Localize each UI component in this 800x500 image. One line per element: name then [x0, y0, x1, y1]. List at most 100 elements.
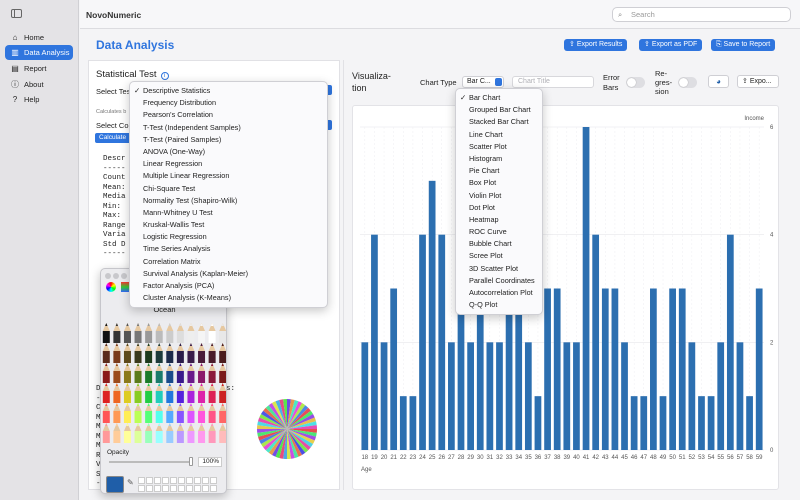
sidebar-item-home[interactable]: ⌂ Home — [5, 30, 73, 45]
menu-item[interactable]: Heatmap — [456, 214, 542, 226]
menu-item[interactable]: Normality Test (Shapiro-Wilk) — [130, 195, 327, 207]
pencil-swatch[interactable] — [176, 411, 184, 423]
save-report-button[interactable]: ⎘ Save to Report — [711, 39, 776, 51]
empty-swatch[interactable] — [162, 485, 169, 492]
pencil-swatch[interactable] — [198, 391, 206, 403]
pencil-swatch[interactable] — [123, 331, 131, 343]
pencil-swatch[interactable] — [208, 431, 216, 443]
menu-item[interactable]: Dot Plot — [456, 202, 542, 214]
empty-swatch[interactable] — [146, 477, 153, 484]
info-icon[interactable]: i — [160, 72, 169, 80]
pencil-swatch[interactable] — [134, 391, 142, 403]
empty-swatch[interactable] — [202, 485, 209, 492]
pencil-swatch[interactable] — [198, 431, 206, 443]
empty-swatch[interactable] — [138, 477, 145, 484]
pencil-swatch[interactable] — [145, 351, 153, 363]
pencil-swatch[interactable] — [145, 371, 153, 383]
menu-item[interactable]: Linear Regression — [130, 158, 327, 170]
export-chart-button[interactable]: ⇪ Expo... — [737, 75, 779, 88]
pencil-swatch[interactable] — [155, 411, 163, 423]
pencil-swatch[interactable] — [102, 351, 110, 363]
palette-icon[interactable]: ◕ — [708, 75, 729, 88]
pencil-swatch[interactable] — [102, 391, 110, 403]
menu-item[interactable]: Kruskal-Wallis Test — [130, 219, 327, 231]
empty-swatch[interactable] — [154, 485, 161, 492]
color-sliders-icon[interactable] — [121, 282, 129, 292]
empty-swatch[interactable] — [202, 477, 209, 484]
empty-swatch[interactable] — [194, 485, 201, 492]
pencil-swatch[interactable] — [166, 391, 174, 403]
empty-swatch[interactable] — [170, 477, 177, 484]
current-color-well[interactable] — [106, 476, 124, 493]
opacity-value-field[interactable]: 100% — [198, 457, 222, 467]
pencil-swatch[interactable] — [187, 351, 195, 363]
pencil-swatch[interactable] — [123, 371, 131, 383]
pencil-swatch[interactable] — [208, 331, 216, 343]
export-pdf-button[interactable]: ⇪ Export as PDF — [639, 39, 703, 51]
empty-swatch[interactable] — [186, 477, 193, 484]
pencil-swatch[interactable] — [123, 351, 131, 363]
menu-item[interactable]: Parallel Coordinates — [456, 275, 542, 287]
menu-item[interactable]: Line Chart — [456, 129, 542, 141]
menu-item[interactable]: Pie Chart — [456, 165, 542, 177]
pencil-swatch[interactable] — [219, 351, 226, 363]
menu-item[interactable]: Multiple Linear Regression — [130, 170, 327, 182]
menu-item[interactable]: Cluster Analysis (K-Means) — [130, 292, 327, 304]
pencil-swatch[interactable] — [198, 351, 206, 363]
pencil-swatch[interactable] — [102, 431, 110, 443]
opacity-slider-thumb[interactable] — [189, 457, 193, 466]
pencil-swatch[interactable] — [155, 371, 163, 383]
pencil-swatch[interactable] — [134, 371, 142, 383]
menu-item[interactable]: T-Test (Independent Samples) — [130, 122, 327, 134]
search-input[interactable]: ⌕ Search — [612, 7, 791, 22]
menu-item[interactable]: Correlation Matrix — [130, 256, 327, 268]
pencil-swatch[interactable] — [155, 391, 163, 403]
pencil-swatch[interactable] — [208, 351, 216, 363]
menu-item[interactable]: ANOVA (One-Way) — [130, 146, 327, 158]
pencil-swatch[interactable] — [155, 431, 163, 443]
pencil-swatch[interactable] — [113, 411, 121, 423]
pencil-swatch[interactable] — [219, 411, 226, 423]
pencil-swatch[interactable] — [176, 431, 184, 443]
opacity-slider[interactable] — [109, 461, 189, 463]
pencil-swatch[interactable] — [208, 371, 216, 383]
empty-swatch[interactable] — [170, 485, 177, 492]
close-icon[interactable] — [105, 273, 111, 279]
pencil-swatch[interactable] — [166, 351, 174, 363]
error-bars-toggle[interactable] — [626, 77, 645, 88]
menu-item[interactable]: 3D Scatter Plot — [456, 263, 542, 275]
pencil-swatch[interactable] — [113, 371, 121, 383]
pencil-swatch[interactable] — [102, 371, 110, 383]
empty-swatch[interactable] — [178, 485, 185, 492]
empty-swatch[interactable] — [194, 477, 201, 484]
pencil-swatch[interactable] — [155, 331, 163, 343]
pencil-swatch[interactable] — [134, 411, 142, 423]
menu-item[interactable]: T-Test (Paired Samples) — [130, 134, 327, 146]
sidebar-item-about[interactable]: ⓘ About — [5, 77, 73, 92]
sidebar-item-help[interactable]: ? Help — [5, 92, 73, 107]
pencil-swatch[interactable] — [219, 391, 226, 403]
pencil-swatch[interactable] — [145, 331, 153, 343]
pencil-swatch[interactable] — [145, 431, 153, 443]
pencil-swatch[interactable] — [155, 351, 163, 363]
pencil-swatch[interactable] — [134, 431, 142, 443]
empty-swatch[interactable] — [154, 477, 161, 484]
menu-item[interactable]: Grouped Bar Chart — [456, 104, 542, 116]
empty-swatch[interactable] — [138, 485, 145, 492]
menu-item[interactable]: Factor Analysis (PCA) — [130, 280, 327, 292]
pencil-swatch[interactable] — [176, 371, 184, 383]
pencil-swatch[interactable] — [123, 411, 131, 423]
menu-item[interactable]: Stacked Bar Chart — [456, 116, 542, 128]
pencil-swatch[interactable] — [113, 351, 121, 363]
pencil-swatch[interactable] — [123, 431, 131, 443]
pencil-swatch[interactable] — [187, 391, 195, 403]
chart-title-input[interactable]: Chart Title — [512, 76, 594, 88]
pencil-swatch[interactable] — [187, 331, 195, 343]
menu-item[interactable]: Logistic Regression — [130, 231, 327, 243]
pencil-swatch[interactable] — [113, 391, 121, 403]
empty-swatch[interactable] — [146, 485, 153, 492]
eyedropper-icon[interactable]: ✎ — [127, 478, 134, 487]
pencil-swatch[interactable] — [219, 371, 226, 383]
chart-type-select[interactable]: Bar C... — [462, 76, 504, 88]
menu-item[interactable]: Bubble Chart — [456, 238, 542, 250]
